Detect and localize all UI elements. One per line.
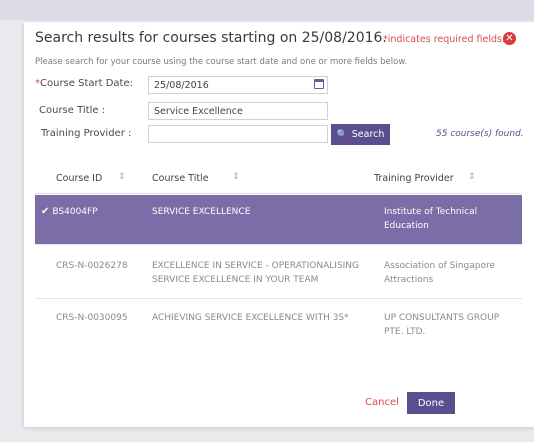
- search-button-label: Search: [351, 129, 385, 140]
- column-header-training-provider[interactable]: Training Provider: [374, 173, 454, 184]
- course-id-cell: CRS-N-0026278: [56, 261, 128, 271]
- course-id-cell: ✔ BS4004FP: [41, 205, 98, 219]
- course-title-label: Course Title :: [39, 105, 106, 116]
- instructions-text: Please search for your course using the …: [35, 57, 408, 67]
- provider-label: Training Provider :: [41, 128, 132, 139]
- required-fields-note: *indicates required fields.: [383, 34, 505, 45]
- page-backdrop: [0, 0, 534, 20]
- table-row[interactable]: CRS-N-0030095 ACHIEVING SERVICE EXCELLEN…: [35, 300, 522, 352]
- course-id-cell: CRS-N-0030095: [56, 313, 128, 323]
- course-search-dialog: Search results for courses starting on 2…: [24, 22, 534, 427]
- course-title-cell: EXCELLENCE IN SERVICE - OPERATIONALISING…: [152, 261, 360, 285]
- table-row[interactable]: ✔ BS4004FP SERVICE EXCELLENCE Institute o…: [35, 195, 522, 245]
- course-title-cell: SERVICE EXCELLENCE: [152, 207, 251, 217]
- start-date-label: *Course Start Date:: [35, 78, 133, 89]
- provider-field[interactable]: [148, 125, 328, 143]
- search-icon: 🔍: [336, 129, 348, 140]
- start-date-label-text: Course Start Date:: [40, 78, 133, 89]
- course-id-text: BS4004FP: [52, 207, 98, 217]
- close-icon[interactable]: ✕: [503, 32, 516, 45]
- results-table-header: Course ID ⇕ Course Title ⇕ Training Prov…: [35, 162, 522, 194]
- course-title-field[interactable]: [148, 102, 328, 120]
- provider-cell: Association of Singapore Attractions: [384, 261, 496, 285]
- sort-icon[interactable]: ⇕: [232, 172, 240, 182]
- cancel-button[interactable]: Cancel: [365, 397, 399, 408]
- sort-icon[interactable]: ⇕: [118, 172, 126, 182]
- provider-cell: Institute of Technical Education: [384, 207, 478, 231]
- table-row[interactable]: CRS-N-0026278 EXCELLENCE IN SERVICE - OP…: [35, 246, 522, 299]
- results-count: 55 course(s) found.: [436, 129, 524, 139]
- column-header-course-id[interactable]: Course ID: [56, 173, 102, 184]
- column-header-course-title[interactable]: Course Title: [152, 173, 209, 184]
- provider-cell: UP CONSULTANTS GROUP PTE. LTD.: [384, 313, 500, 337]
- dialog-title: Search results for courses starting on 2…: [35, 30, 387, 46]
- check-icon: ✔: [41, 206, 50, 217]
- search-button[interactable]: 🔍 Search: [331, 124, 390, 145]
- course-title-cell: ACHIEVING SERVICE EXCELLENCE WITH 3S*: [152, 313, 349, 323]
- start-date-field[interactable]: [148, 76, 328, 94]
- done-button[interactable]: Done: [407, 392, 455, 414]
- sort-icon[interactable]: ⇕: [468, 172, 476, 182]
- calendar-icon[interactable]: [314, 79, 324, 89]
